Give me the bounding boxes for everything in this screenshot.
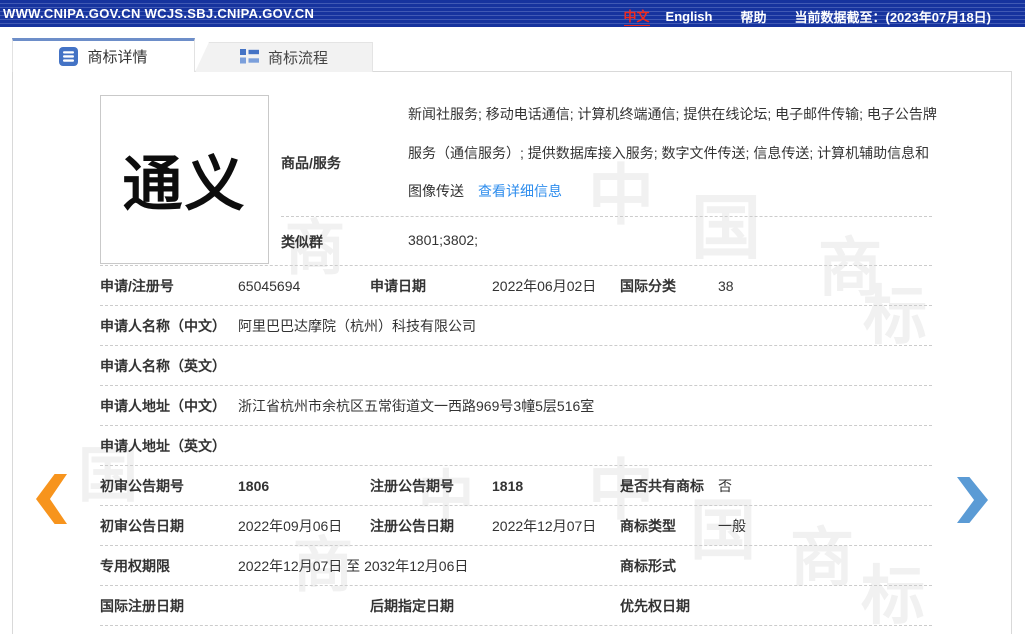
table-row: 初审公告期号 1806 注册公告期号 1818 是否共有商标 否 — [100, 466, 932, 506]
goods-services-value: 新闻社服务; 移动电话通信; 计算机终端通信; 提供在线论坛; 电子邮件传输; … — [408, 95, 942, 211]
view-details-link[interactable]: 查看详细信息 — [478, 183, 562, 199]
table-row: 申请人名称（中文） 阿里巴巴达摩院（杭州）科技有限公司 — [100, 306, 932, 346]
table-row: 申请人地址（中文） 浙江省杭州市余杭区五常街道文一西路969号3幢5层516室 — [100, 386, 932, 426]
field-label: 申请/注册号 — [100, 277, 174, 294]
lang-chinese-link[interactable]: 中文 — [623, 6, 650, 26]
site-domains: WWW.CNIPA.GOV.CN WCJS.SBJ.CNIPA.GOV.CN — [3, 6, 315, 21]
table-row: 专用权期限 2022年12月07日 至 2032年12月06日 商标形式 — [100, 546, 932, 586]
field-value: 2022年12月07日 — [492, 517, 597, 534]
field-label: 商标类型 — [620, 517, 676, 534]
table-row: 申请/注册号 65045694 申请日期 2022年06月02日 国际分类 38 — [100, 266, 932, 306]
field-value: 否 — [718, 477, 732, 494]
field-value: 2022年09月06日 — [238, 517, 343, 534]
field-label: 专用权期限 — [100, 557, 170, 574]
data-cutoff-date: 当前数据截至：(2023年07月18日) — [794, 9, 992, 25]
fields-table: 申请/注册号 65045694 申请日期 2022年06月02日 国际分类 38… — [100, 265, 932, 626]
field-label: 初审公告期号 — [100, 477, 184, 494]
tab-label: 商标流程 — [267, 50, 328, 67]
field-value: 1818 — [492, 477, 524, 494]
tab-trademark-process[interactable]: 商标流程 — [195, 42, 373, 72]
trademark-detail-panel: 中 国 商 商 标 国 中 中 国 商 商 标 通义 商品/服务 新闻社服务; … — [12, 71, 1012, 634]
tab-label: 商标详情 — [87, 49, 148, 66]
table-row: 申请人地址（英文） — [100, 426, 932, 466]
field-label: 商标形式 — [620, 557, 676, 574]
field-label: 国际注册日期 — [100, 597, 184, 614]
field-label: 优先权日期 — [620, 597, 690, 614]
similar-group-label: 类似群 — [281, 234, 323, 250]
field-value: 阿里巴巴达摩院（杭州）科技有限公司 — [238, 317, 476, 334]
detail-list-icon — [59, 47, 79, 66]
field-label: 注册公告期号 — [370, 477, 454, 494]
field-label: 申请人地址（英文） — [100, 437, 226, 454]
field-value: 65045694 — [238, 277, 301, 294]
field-label: 申请人名称（中文） — [100, 317, 226, 334]
tab-trademark-details[interactable]: 商标详情 — [12, 38, 195, 72]
field-value: 浙江省杭州市余杭区五常街道文一西路969号3幢5层516室 — [238, 397, 595, 414]
similar-group-value: 3801;3802; — [408, 232, 479, 248]
field-label: 后期指定日期 — [370, 597, 454, 614]
goods-services-label: 商品/服务 — [281, 155, 341, 171]
trademark-image[interactable]: 通义 — [100, 95, 269, 264]
table-row: 国际注册日期 后期指定日期 优先权日期 — [100, 586, 932, 626]
top-bar: WWW.CNIPA.GOV.CN WCJS.SBJ.CNIPA.GOV.CN 中… — [0, 0, 1025, 27]
lang-english-link[interactable]: English — [666, 9, 713, 24]
field-value: 2022年06月02日 — [492, 277, 597, 294]
trademark-text: 通义 — [122, 151, 247, 218]
field-label: 注册公告日期 — [370, 517, 454, 534]
process-list-icon — [239, 49, 259, 66]
field-label: 申请日期 — [370, 277, 426, 294]
row-divider — [281, 216, 932, 217]
field-label: 申请人名称（英文） — [100, 357, 226, 374]
table-row: 初审公告日期 2022年09月06日 注册公告日期 2022年12月07日 商标… — [100, 506, 932, 546]
field-label: 国际分类 — [620, 277, 676, 294]
field-label: 初审公告日期 — [100, 517, 184, 534]
help-link[interactable]: 帮助 — [740, 7, 766, 26]
field-label: 是否共有商标 — [620, 477, 704, 494]
field-value: 2022年12月07日 至 2032年12月06日 — [238, 557, 469, 574]
field-label: 申请人地址（中文） — [100, 397, 226, 414]
field-value: 38 — [718, 277, 734, 294]
field-value: 一般 — [718, 517, 746, 534]
table-row: 申请人名称（英文） — [100, 346, 932, 386]
field-value: 1806 — [238, 477, 270, 494]
